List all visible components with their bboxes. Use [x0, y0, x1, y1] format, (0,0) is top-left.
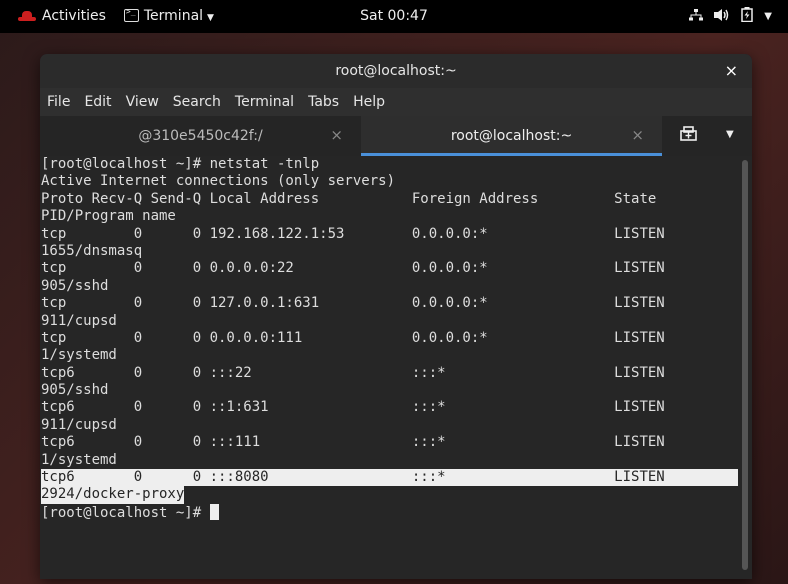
terminal-line: tcp6 0 0 :::22 :::* LISTEN	[41, 364, 665, 381]
clock[interactable]: Sat 00:47	[0, 8, 788, 24]
new-tab-button[interactable]	[680, 126, 697, 145]
tab-menu-chevron-icon[interactable]: ▼	[726, 129, 734, 140]
window-title: root@localhost:~	[335, 63, 457, 79]
terminal-line: 905/sshd	[41, 277, 109, 294]
volume-icon	[714, 8, 730, 26]
top-bar: Activities Terminal▼ Sat 00:47 ▼	[0, 0, 788, 33]
terminal-prompt-line: [root@localhost ~]#	[41, 503, 738, 521]
new-tab-icon	[680, 126, 697, 141]
terminal-line: tcp 0 0 127.0.0.1:631 0.0.0.0:* LISTEN	[41, 295, 665, 312]
terminal-line: Proto Recv-Q Send-Q Local Address Foreig…	[41, 190, 657, 207]
menu-search[interactable]: Search	[173, 94, 221, 110]
terminal-output[interactable]: [root@localhost ~]# netstat -tnlp Active…	[40, 156, 752, 579]
menu-file[interactable]: File	[47, 94, 70, 110]
terminal-lines: [root@localhost ~]# netstat -tnlp Active…	[41, 156, 738, 521]
terminal-line: 1655/dnsmasq	[41, 242, 143, 259]
terminal-line: tcp6 0 0 ::1:631 :::* LISTEN	[41, 399, 665, 416]
terminal-line: tcp 0 0 192.168.122.1:53 0.0.0.0:* LISTE…	[41, 225, 665, 242]
terminal-line: tcp 0 0 0.0.0.0:22 0.0.0.0:* LISTEN	[41, 260, 665, 277]
menu-bar: File Edit View Search Terminal Tabs Help	[40, 88, 752, 116]
terminal-line: PID/Program name	[41, 208, 176, 225]
selected-text: 2924/docker-proxy	[41, 486, 185, 504]
terminal-line: 911/cupsd	[41, 312, 117, 329]
terminal-line: tcp 0 0 0.0.0.0:111 0.0.0.0:* LISTEN	[41, 329, 665, 346]
terminal-line: 1/systemd	[41, 347, 117, 364]
tab-localhost-active[interactable]: root@localhost:~ ×	[361, 116, 662, 156]
menu-help[interactable]: Help	[353, 94, 385, 110]
terminal-line: 1/systemd	[41, 451, 117, 468]
tab-label: @310e5450c42f:/	[138, 128, 263, 144]
tab-container-shell[interactable]: @310e5450c42f:/ ×	[40, 116, 361, 156]
menu-terminal[interactable]: Terminal	[235, 94, 294, 110]
terminal-line: Active Internet connections (only server…	[41, 173, 396, 190]
menu-tabs[interactable]: Tabs	[308, 94, 339, 110]
terminal-line: 911/cupsd	[41, 416, 117, 433]
network-icon	[689, 8, 704, 26]
menu-edit[interactable]: Edit	[84, 94, 111, 110]
text-cursor	[209, 503, 219, 520]
terminal-scrollbar[interactable]	[742, 160, 748, 570]
terminal-line-selected: 2924/docker-proxy	[41, 486, 738, 504]
tab-bar: @310e5450c42f:/ × root@localhost:~ × ▼	[40, 116, 752, 156]
terminal-line-selected: tcp6 0 0 :::8080 :::* LISTEN	[41, 469, 738, 487]
close-tab-icon[interactable]: ×	[631, 126, 644, 144]
menu-view[interactable]: View	[126, 94, 159, 110]
window-titlebar[interactable]: root@localhost:~ ×	[40, 54, 752, 88]
terminal-line: tcp6 0 0 :::111 :::* LISTEN	[41, 434, 665, 451]
system-menu-chevron-icon: ▼	[764, 11, 772, 22]
shell-prompt: [root@localhost ~]#	[41, 504, 210, 521]
terminal-line: [root@localhost ~]# netstat -tnlp	[41, 156, 320, 172]
battery-icon	[741, 7, 754, 26]
tab-label: root@localhost:~	[450, 128, 573, 144]
close-window-button[interactable]: ×	[725, 61, 738, 80]
selected-text: tcp6 0 0 :::8080 :::* LISTEN	[41, 469, 738, 487]
desktop-background: Activities Terminal▼ Sat 00:47 ▼ root@lo…	[0, 0, 788, 584]
terminal-line: 905/sshd	[41, 382, 109, 399]
close-tab-icon[interactable]: ×	[330, 126, 343, 144]
terminal-window: root@localhost:~ × File Edit View Search…	[40, 54, 752, 579]
system-tray[interactable]: ▼	[689, 7, 772, 26]
